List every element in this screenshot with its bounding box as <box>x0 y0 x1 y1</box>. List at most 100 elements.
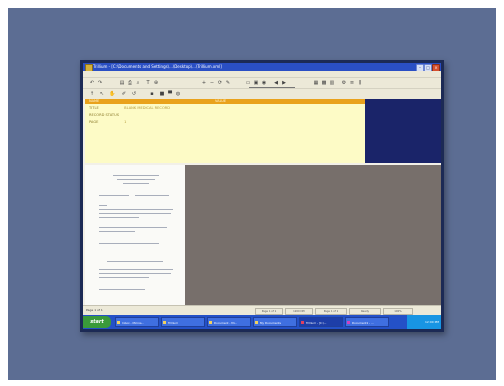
arrow-icon[interactable]: ↑ <box>89 91 95 97</box>
doc-text-line <box>99 195 129 196</box>
back-icon[interactable]: ↶ <box>89 80 95 86</box>
form-row-status[interactable]: RECORD STATUS <box>89 112 124 118</box>
prev-page-icon[interactable]: ◀ <box>273 80 279 86</box>
image-viewer[interactable] <box>185 165 441 305</box>
taskbar-button-label: Document - Mi... <box>214 321 238 325</box>
form-row-title[interactable]: TITLE BLANK MEDICAL RECORD <box>89 105 170 111</box>
title-bar[interactable]: Trillium - [C:\Documents and Settings\..… <box>83 63 441 72</box>
open-icon[interactable]: ▤ <box>119 80 125 86</box>
photo-frame: Trillium - [C:\Documents and Settings\..… <box>0 0 504 386</box>
doc-text-line <box>117 179 155 180</box>
undo-icon[interactable]: ↺ <box>131 91 137 97</box>
annotate-icon[interactable]: ✎ <box>225 80 231 86</box>
palette-icon[interactable]: ◍ <box>175 91 181 97</box>
field-value[interactable]: 1 <box>124 119 126 125</box>
secondary-toolbar: ↑ ↖ ✋ ✐ ↺ ▪ ■ ▀ ◍ <box>83 88 441 99</box>
zoom-out-icon[interactable]: − <box>209 80 215 86</box>
doc-text-line <box>113 175 159 176</box>
taskbar-button-label: My Documents <box>260 321 281 325</box>
forward-icon[interactable]: ↷ <box>97 80 103 86</box>
doc-text-line <box>135 195 169 196</box>
field-label: RECORD STATUS <box>89 113 119 117</box>
globe-icon[interactable]: ◉ <box>261 80 267 86</box>
app-icon <box>117 321 120 324</box>
start-button[interactable]: start <box>83 316 111 328</box>
next-page-icon[interactable]: ▶ <box>281 80 287 86</box>
doc-text-line <box>99 277 149 278</box>
layout-icon[interactable]: ▦ <box>313 80 319 86</box>
zoom-in-icon[interactable]: + <box>201 80 207 86</box>
taskbar-button-label: Inbox - Micros... <box>122 321 145 325</box>
field-label: TITLE <box>89 106 99 110</box>
pen-icon[interactable]: ✐ <box>121 91 127 97</box>
taskbar-button[interactable]: Trillium <box>161 317 205 327</box>
doc-text-line <box>99 205 107 206</box>
thumbnail-icon[interactable]: ▥ <box>329 80 335 86</box>
monitor: Trillium - [C:\Documents and Settings\..… <box>80 60 444 332</box>
rotate-icon[interactable]: ⟳ <box>217 80 223 86</box>
side-panel <box>365 99 441 163</box>
app-icon <box>163 321 166 324</box>
main-toolbar: ↶ ↷ ▤ ⎙ ⌕ T ⊕ + − ⟳ ✎ ▭ ▣ ◉ ◀ ▶ ▦ ▩ ▥ ⚙ … <box>83 77 441 92</box>
form-row-page[interactable]: PAGE 1 <box>89 119 126 125</box>
document-preview[interactable] <box>85 165 185 305</box>
status-cell: Page 1 of 1 <box>315 308 347 315</box>
taskbar-button-label: Trillium <box>168 321 179 325</box>
select-icon[interactable]: ↖ <box>99 91 105 97</box>
doc-text-line <box>99 231 135 232</box>
fit-width-icon[interactable]: ▭ <box>245 80 251 86</box>
text-icon[interactable]: T <box>145 80 151 86</box>
doc-text-line <box>99 269 173 270</box>
doc-text-line <box>123 183 149 184</box>
taskbar-button[interactable]: Document - Mi... <box>207 317 251 327</box>
doc-text-line <box>99 273 171 274</box>
status-cell: Ready <box>349 308 381 315</box>
grid-icon[interactable]: ▩ <box>321 80 327 86</box>
taskbar-button[interactable]: Document1 - ... <box>345 317 389 327</box>
stamp-icon[interactable]: ⊕ <box>153 80 159 86</box>
screen: Trillium - [C:\Documents and Settings\..… <box>83 63 441 329</box>
window-title: Trillium - [C:\Documents and Settings\..… <box>93 64 222 69</box>
taskbar-button-label: Document1 - ... <box>352 321 374 325</box>
taskbar-button[interactable]: Inbox - Micros... <box>115 317 159 327</box>
app-icon <box>209 321 212 324</box>
form-header-name: NAME <box>89 99 100 103</box>
app-icon <box>301 321 304 324</box>
color-icon[interactable]: ▀ <box>167 91 173 97</box>
taskbar-button-label: Trillium - [C:\... <box>306 321 327 325</box>
status-cell: 100% <box>383 308 413 315</box>
image-icon[interactable]: ■ <box>159 91 165 97</box>
form-header-value: VALUE <box>215 99 227 103</box>
fit-page-icon[interactable]: ▣ <box>253 80 259 86</box>
clock: 12:00 PM <box>425 320 439 324</box>
status-text: Page 1 of 1 <box>86 308 103 312</box>
taskbar-button[interactable]: My Documents <box>253 317 297 327</box>
app-icon <box>347 321 350 324</box>
doc-text-line <box>99 227 167 228</box>
list-icon[interactable]: ≡ <box>349 80 355 86</box>
status-cell: Page 1 of 1 <box>255 308 283 315</box>
doc-text-line <box>99 289 145 290</box>
field-value[interactable]: BLANK MEDICAL RECORD <box>124 105 170 111</box>
field-label: PAGE <box>89 120 99 124</box>
doc-text-line <box>99 213 171 214</box>
save-icon[interactable]: ▪ <box>149 91 155 97</box>
taskbar: start Inbox - Micros... Trillium Documen… <box>83 315 441 329</box>
columns-icon[interactable]: ⫼ <box>357 80 363 86</box>
taskbar-button-active[interactable]: Trillium - [C:\... <box>299 317 343 327</box>
print-icon[interactable]: ⎙ <box>127 80 133 86</box>
settings-icon[interactable]: ⚙ <box>341 80 347 86</box>
doc-text-line <box>107 261 163 262</box>
doc-text-line <box>99 209 173 210</box>
form-header: NAME VALUE <box>85 99 365 104</box>
doc-text-line <box>99 243 159 244</box>
hand-icon[interactable]: ✋ <box>109 91 115 97</box>
record-form: NAME VALUE TITLE BLANK MEDICAL RECORD RE… <box>85 99 365 163</box>
find-icon[interactable]: ⌕ <box>135 80 141 86</box>
background-wall: Trillium - [C:\Documents and Settings\..… <box>8 8 496 380</box>
doc-text-line <box>99 217 139 218</box>
system-tray: 12:00 PM <box>407 315 441 329</box>
status-bar: Page 1 of 1 Page 1 of 1 1200 DPI Page 1 … <box>83 305 441 315</box>
status-cell: 1200 DPI <box>285 308 313 315</box>
app-icon <box>255 321 258 324</box>
